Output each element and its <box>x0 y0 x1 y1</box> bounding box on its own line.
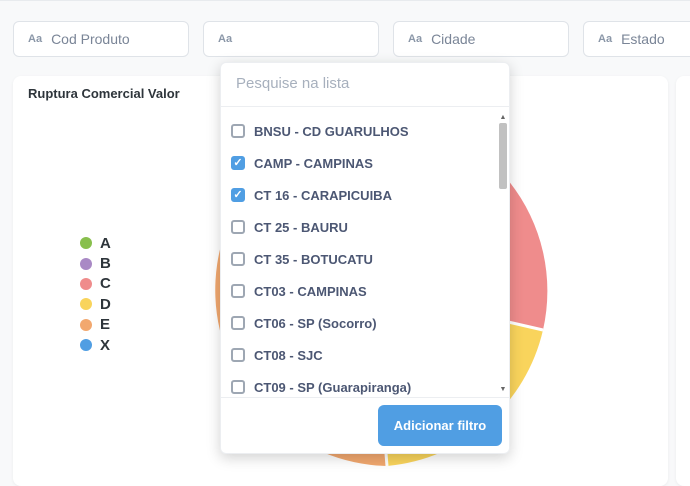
option-label: CAMP - CAMPINAS <box>254 155 373 171</box>
filter-cod-produto[interactable]: Aa Cod Produto <box>13 21 189 57</box>
legend-dot <box>80 318 92 331</box>
filter-label: Estado <box>621 31 665 47</box>
list-item[interactable]: CT 25 - BAURU <box>221 211 497 243</box>
legend-label: C <box>100 275 111 293</box>
option-label: CT03 - CAMPINAS <box>254 283 367 299</box>
scroll-up-icon[interactable]: ▲ <box>498 113 508 123</box>
legend-item-e[interactable]: E <box>80 315 111 335</box>
scroll-thumb[interactable] <box>499 123 507 189</box>
checkmark-icon: ✓ <box>233 156 243 169</box>
chart-card-secondary <box>676 76 690 486</box>
legend-label: A <box>100 234 111 252</box>
checkbox[interactable] <box>231 284 245 298</box>
legend-item-a[interactable]: A <box>80 233 111 253</box>
checkbox[interactable] <box>231 348 245 362</box>
option-label: BNSU - CD GUARULHOS <box>254 123 409 139</box>
legend-label: D <box>100 295 111 313</box>
scroll-down-icon[interactable]: ▼ <box>498 385 508 395</box>
legend-dot <box>80 298 92 311</box>
text-type-icon: Aa <box>218 33 233 45</box>
checkmark-icon: ✓ <box>233 188 243 201</box>
list-item[interactable]: CT 35 - BOTUCATU <box>221 243 497 275</box>
list-item[interactable]: ✓ CT 16 - CARAPICUIBA <box>221 179 497 211</box>
legend-item-b[interactable]: B <box>80 253 111 273</box>
filter-cidade[interactable]: Aa Cidade <box>393 21 569 57</box>
text-type-icon: Aa <box>28 33 43 45</box>
filter-label: Cidade <box>431 31 476 47</box>
option-label: CT08 - SJC <box>254 347 323 363</box>
option-label: CT 35 - BOTUCATU <box>254 251 373 267</box>
text-type-icon: Aa <box>408 33 423 45</box>
popover-divider <box>221 397 509 398</box>
list-item[interactable]: BNSU - CD GUARULHOS <box>221 115 497 147</box>
list-item[interactable]: CT03 - CAMPINAS <box>221 275 497 307</box>
filter-label: Cod Produto <box>51 31 130 47</box>
chart-legend: A B C D E X <box>80 233 111 355</box>
list-item[interactable]: CT09 - SP (Guarapiranga) <box>221 371 497 403</box>
options-list: BNSU - CD GUARULHOS ✓ CAMP - CAMPINAS ✓ … <box>221 115 497 403</box>
list-item[interactable]: CT08 - SJC <box>221 339 497 371</box>
option-label: CT09 - SP (Guarapiranga) <box>254 379 412 395</box>
option-label: CT 25 - BAURU <box>254 219 348 235</box>
legend-label: B <box>100 255 111 273</box>
filter-active[interactable]: Aa <box>203 21 379 57</box>
option-label: CT 16 - CARAPICUIBA <box>254 187 392 203</box>
search-input[interactable] <box>234 74 488 93</box>
list-item[interactable]: ✓ CAMP - CAMPINAS <box>221 147 497 179</box>
filter-popover: BNSU - CD GUARULHOS ✓ CAMP - CAMPINAS ✓ … <box>220 62 510 454</box>
filter-estado[interactable]: Aa Estado <box>583 21 690 57</box>
checkbox[interactable] <box>231 124 245 138</box>
search-box <box>221 63 509 107</box>
scrollbar[interactable]: ▲ ▼ <box>498 113 508 395</box>
option-label: CT06 - SP (Socorro) <box>254 315 377 331</box>
legend-dot <box>80 339 92 352</box>
legend-dot <box>80 237 92 250</box>
legend-item-c[interactable]: C <box>80 274 111 294</box>
legend-label: X <box>100 336 111 354</box>
checkbox[interactable]: ✓ <box>231 188 245 202</box>
list-item[interactable]: CT06 - SP (Socorro) <box>221 307 497 339</box>
legend-item-d[interactable]: D <box>80 294 111 314</box>
checkbox[interactable] <box>231 220 245 234</box>
legend-label: E <box>100 316 111 334</box>
text-type-icon: Aa <box>598 33 613 45</box>
checkbox[interactable] <box>231 252 245 266</box>
legend-dot <box>80 277 92 290</box>
legend-item-x[interactable]: X <box>80 335 111 355</box>
checkbox[interactable]: ✓ <box>231 156 245 170</box>
top-divider <box>0 0 690 1</box>
checkbox[interactable] <box>231 380 245 394</box>
add-filter-button[interactable]: Adicionar filtro <box>378 405 502 446</box>
checkbox[interactable] <box>231 316 245 330</box>
legend-dot <box>80 257 92 270</box>
